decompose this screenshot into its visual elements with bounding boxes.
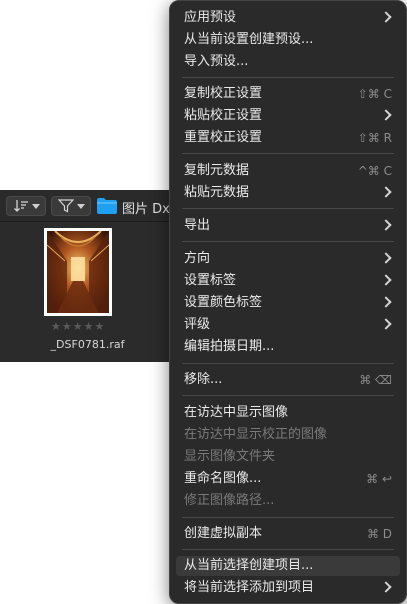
menu-item-shortcut: ⇧⌘ C — [357, 87, 392, 101]
chevron-right-icon — [380, 109, 392, 121]
menu-separator — [182, 517, 394, 518]
menu-separator — [182, 549, 394, 550]
menu-item-label: 复制元数据 — [184, 163, 250, 178]
menu-item-label: 重命名图像... — [184, 471, 262, 486]
image-thumbnail[interactable] — [44, 228, 112, 316]
chevron-right-icon — [380, 581, 392, 593]
thumbnail-filename: _DSF0781.raf — [50, 338, 125, 351]
menu-item-show-in-finder[interactable]: 在访达中显示图像 — [176, 403, 400, 423]
menu-item-paste-corrections[interactable]: 粘贴校正设置 — [176, 106, 400, 126]
menu-item-paste-metadata[interactable]: 粘贴元数据 — [176, 183, 400, 203]
menu-separator — [182, 395, 394, 396]
menu-item-show-corrected-in-finder: 在访达中显示校正的图像 — [176, 425, 400, 445]
menu-item-label: 设置颜色标签 — [184, 295, 263, 310]
menu-separator — [182, 153, 394, 154]
browser-toolbar: 图片 Dx0 — [0, 190, 178, 222]
menu-item-label: 评级 — [184, 317, 211, 332]
menu-item-label: 粘贴校正设置 — [184, 108, 263, 123]
menu-item-copy-metadata[interactable]: 复制元数据 ^⌘ C — [176, 161, 400, 181]
sort-order-icon — [13, 200, 28, 212]
menu-item-export[interactable]: 导出 — [176, 216, 400, 236]
chevron-right-icon — [380, 296, 392, 308]
menu-item-label: 从当前设置创建预设... — [184, 32, 314, 47]
menu-item-label: 导出 — [184, 218, 211, 233]
menu-item-label: 创建虚拟副本 — [184, 526, 263, 541]
menu-item-shortcut: ⌘ ⌫ — [359, 373, 392, 387]
menu-item-shortcut: ⇧⌘ R — [357, 131, 392, 145]
menu-item-label: 导入预设... — [184, 54, 249, 69]
menu-item-show-image-folder: 显示图像文件夹 — [176, 447, 400, 467]
menu-item-create-preset[interactable]: 从当前设置创建预设... — [176, 30, 400, 50]
chevron-right-icon — [380, 11, 392, 23]
menu-item-import-preset[interactable]: 导入预设... — [176, 52, 400, 72]
sort-button[interactable] — [6, 196, 46, 216]
menu-item-rename-image[interactable]: 重命名图像... ⌘ ↩ — [176, 469, 400, 489]
menu-item-copy-corrections[interactable]: 复制校正设置 ⇧⌘ C — [176, 84, 400, 104]
folder-icon — [97, 198, 117, 214]
menu-item-label: 复制校正设置 — [184, 86, 263, 101]
menu-item-label: 修正图像路径... — [184, 493, 275, 508]
menu-item-create-virtual-copy[interactable]: 创建虚拟副本 ⌘ D — [176, 524, 400, 544]
menu-separator — [182, 363, 394, 364]
menu-separator — [182, 241, 394, 242]
menu-item-shortcut: ⌘ ↩ — [366, 472, 392, 486]
menu-item-remove[interactable]: 移除... ⌘ ⌫ — [176, 370, 400, 390]
menu-item-rating[interactable]: 评级 — [176, 315, 400, 335]
menu-item-label: 粘贴元数据 — [184, 185, 250, 200]
menu-separator — [182, 208, 394, 209]
menu-item-label: 应用预设 — [184, 10, 237, 25]
menu-item-orientation[interactable]: 方向 — [176, 249, 400, 269]
menu-item-label: 在访达中显示图像 — [184, 405, 289, 420]
chevron-right-icon — [380, 274, 392, 286]
menu-separator — [182, 77, 394, 78]
menu-item-label: 重置校正设置 — [184, 130, 263, 145]
filter-icon — [57, 199, 74, 213]
menu-item-add-selection-to-project[interactable]: 将当前选择添加到项目 — [176, 578, 400, 598]
chevron-right-icon — [380, 186, 392, 198]
menu-item-set-tag[interactable]: 设置标签 — [176, 271, 400, 291]
menu-item-reset-corrections[interactable]: 重置校正设置 ⇧⌘ R — [176, 128, 400, 148]
chevron-down-icon — [31, 203, 40, 209]
menu-item-label: 从当前选择创建项目... — [184, 558, 314, 573]
menu-item-label: 将当前选择添加到项目 — [184, 580, 315, 595]
filter-button[interactable] — [51, 196, 91, 216]
menu-item-shortcut: ⌘ D — [366, 527, 392, 541]
chevron-right-icon — [380, 219, 392, 231]
menu-item-fix-image-path: 修正图像路径... — [176, 491, 400, 511]
menu-item-create-project-from-selection[interactable]: 从当前选择创建项目... — [176, 556, 400, 576]
thumbnail-grid: ★★★★★ _DSF0781.raf — [0, 222, 175, 362]
chevron-down-icon — [76, 203, 85, 209]
menu-item-edit-capture-date[interactable]: 编辑拍摄日期... — [176, 337, 400, 357]
menu-item-set-color-label[interactable]: 设置颜色标签 — [176, 293, 400, 313]
thumbnail-photo — [47, 231, 109, 313]
menu-item-label: 移除... — [184, 372, 223, 387]
screen: 图片 Dx0 ★★★★★ _DSF0781.raf 应用预设 从当前设置创建预设… — [0, 0, 407, 604]
chevron-right-icon — [380, 252, 392, 264]
rating-stars[interactable]: ★★★★★ — [51, 320, 105, 333]
menu-item-label: 在访达中显示校正的图像 — [184, 427, 328, 442]
menu-item-label: 方向 — [184, 251, 211, 266]
menu-item-label: 设置标签 — [184, 273, 237, 288]
menu-item-shortcut: ^⌘ C — [357, 164, 392, 178]
context-menu: 应用预设 从当前设置创建预设... 导入预设... 复制校正设置 ⇧⌘ C 粘贴… — [169, 0, 407, 604]
chevron-right-icon — [380, 318, 392, 330]
menu-item-label: 编辑拍摄日期... — [184, 339, 275, 354]
menu-item-apply-preset[interactable]: 应用预设 — [176, 8, 400, 28]
menu-item-label: 显示图像文件夹 — [184, 449, 276, 464]
